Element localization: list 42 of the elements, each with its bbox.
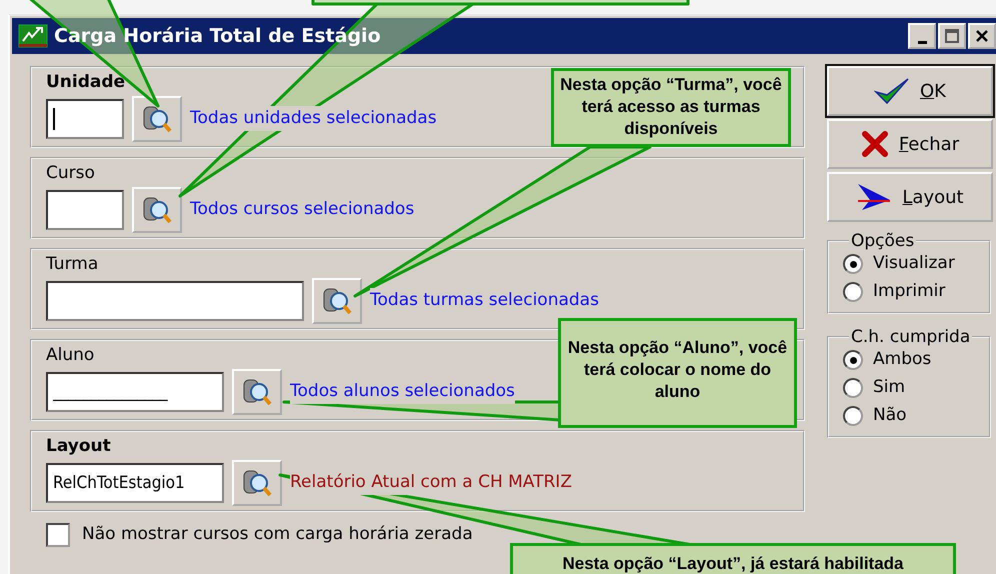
search-button[interactable]	[132, 96, 182, 142]
radio-option[interactable]: Imprimir	[843, 278, 946, 306]
callout-note: Nesta opção “Aluno”, você terá colocar o nome do aluno	[558, 318, 797, 428]
minimize-icon	[918, 40, 926, 44]
text-cursor	[53, 108, 55, 130]
checkmark-icon	[874, 77, 910, 105]
maximize-button[interactable]	[938, 23, 966, 49]
minimize-button[interactable]	[908, 23, 936, 49]
search-button[interactable]	[132, 186, 182, 232]
input-field[interactable]: RelChTotEstagio1	[46, 462, 224, 502]
field-label: Aluno	[46, 344, 94, 366]
arrow-icon	[856, 182, 892, 212]
search-button[interactable]	[232, 368, 282, 414]
checkbox-option[interactable]: Não mostrar cursos com carga horária zerada	[46, 522, 473, 548]
close-button[interactable]	[968, 23, 996, 49]
action-button[interactable]: Layout	[827, 172, 993, 222]
close-icon	[974, 28, 990, 44]
search-button[interactable]	[232, 460, 282, 506]
field-label: Layout	[46, 435, 111, 457]
action-button[interactable]: OK	[827, 66, 993, 116]
radio-option[interactable]: Visualizar	[843, 250, 955, 278]
field-label: Unidade	[46, 71, 126, 93]
radio-option[interactable]: Não	[843, 402, 907, 430]
group-label: Opções	[850, 232, 916, 250]
input-field[interactable]	[46, 280, 304, 320]
input-field[interactable]	[46, 190, 124, 230]
field-label: Curso	[46, 162, 95, 184]
input-field[interactable]	[46, 98, 124, 138]
callout-note: Nesta opção “Turma”, você terá acesso as turmas disponíveis	[551, 68, 791, 147]
search-button[interactable]	[312, 278, 362, 324]
action-button[interactable]: Fechar	[827, 119, 993, 169]
status-text: Todas unidades selecionadas	[190, 106, 437, 132]
radio-option[interactable]: Ambos	[843, 346, 932, 374]
field-label: Turma	[46, 253, 98, 275]
app-icon	[18, 24, 48, 48]
cross-icon	[860, 130, 889, 158]
radio-option[interactable]: Sim	[843, 374, 906, 402]
checkbox[interactable]	[46, 522, 70, 547]
callout-note: Nesta opção “Layout”, já estará habilitada	[510, 543, 956, 574]
maximize-icon	[944, 28, 960, 44]
group-label: C.h. cumprida	[850, 328, 972, 346]
input-field[interactable]: _______________	[46, 372, 224, 412]
